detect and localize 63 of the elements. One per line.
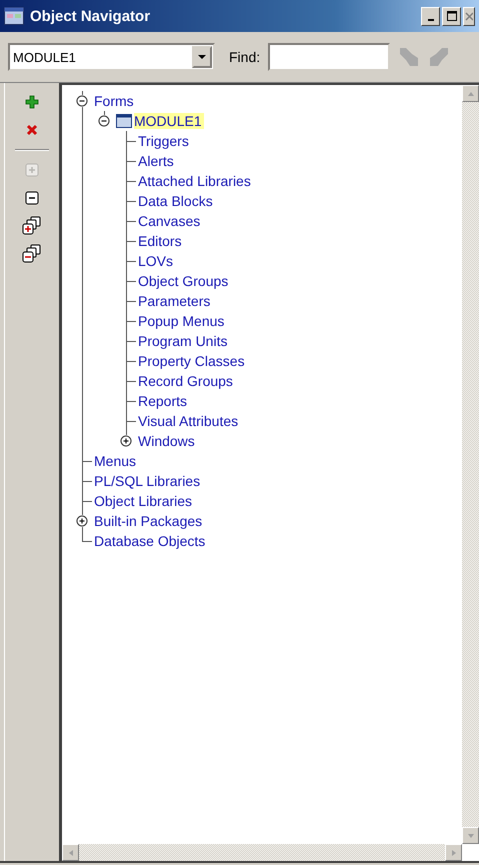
find-field[interactable] xyxy=(268,43,390,71)
tree-item[interactable]: Menus xyxy=(94,453,138,469)
maximize-button[interactable] xyxy=(442,6,461,26)
cross-icon xyxy=(26,124,38,136)
tree-item[interactable]: PL/SQL Libraries xyxy=(94,473,202,489)
vertical-scrollbar[interactable] xyxy=(462,85,479,844)
module-dropdown[interactable]: MODULE1 xyxy=(8,43,215,71)
up-arrow-icon xyxy=(466,90,474,98)
tree-item[interactable]: Database Objects xyxy=(94,533,208,549)
stacked-minus-icon xyxy=(22,244,42,264)
plus-icon xyxy=(25,95,39,109)
right-arrow-icon xyxy=(450,848,458,856)
collapse-icon xyxy=(98,115,110,127)
expand-icon xyxy=(120,435,132,447)
window-title: Object Navigator xyxy=(30,8,152,24)
dropdown-button[interactable] xyxy=(192,46,212,68)
tree-item[interactable]: Popup Menus xyxy=(138,313,226,329)
scroll-right-button[interactable] xyxy=(445,844,462,861)
tree-item[interactable]: Property Classes xyxy=(138,353,247,369)
tree-item[interactable]: Attached Libraries xyxy=(138,173,253,189)
tree-item[interactable]: Visual Attributes xyxy=(138,413,240,429)
tree-toggle[interactable] xyxy=(76,515,88,527)
tree-item[interactable]: Data Blocks xyxy=(138,193,215,209)
collapse-icon xyxy=(76,95,88,107)
tree-item[interactable]: Alerts xyxy=(138,153,176,169)
tree-item[interactable]: Forms xyxy=(94,93,136,109)
tree-item[interactable]: Parameters xyxy=(138,293,212,309)
caret-icon xyxy=(198,54,206,60)
plus-box-icon xyxy=(25,163,39,177)
minus-box-icon xyxy=(25,191,39,205)
close-button[interactable] xyxy=(463,6,475,26)
find-label: Find: xyxy=(229,49,260,65)
scroll-up-button[interactable] xyxy=(462,85,479,102)
tree-item[interactable]: Reports xyxy=(138,393,190,409)
scroll-down-button[interactable] xyxy=(462,827,479,844)
tree-item[interactable]: Object Libraries xyxy=(94,493,194,509)
tree-toggle[interactable] xyxy=(98,115,110,127)
expand-all-button[interactable] xyxy=(21,215,43,237)
window-icon xyxy=(116,114,132,128)
minimize-icon xyxy=(428,18,434,20)
minimize-button[interactable] xyxy=(421,6,440,26)
collapse-all-button[interactable] xyxy=(21,243,43,265)
tree-item[interactable]: Triggers xyxy=(138,133,191,149)
maximize-icon xyxy=(446,11,456,21)
tree-item[interactable]: MODULE1 xyxy=(134,113,204,129)
close-icon xyxy=(465,12,473,20)
expand-icon xyxy=(76,515,88,527)
stacked-plus-icon xyxy=(22,216,42,236)
tree-item[interactable]: Editors xyxy=(138,233,184,249)
scroll-left-button[interactable] xyxy=(62,844,79,861)
tree-item[interactable]: Windows xyxy=(138,433,197,449)
left-arrow-icon xyxy=(66,848,74,856)
tree-toggle[interactable] xyxy=(120,435,132,447)
tree-item[interactable]: Object Groups xyxy=(138,273,230,289)
tree-toggle[interactable] xyxy=(76,95,88,107)
horizontal-scrollbar[interactable] xyxy=(62,844,462,861)
tree-item[interactable]: Program Units xyxy=(138,333,230,349)
down-arrow-icon xyxy=(466,832,474,840)
tree-item[interactable]: Record Groups xyxy=(138,373,235,389)
tree-item[interactable]: Canvases xyxy=(138,213,202,229)
tree-item[interactable]: LOVs xyxy=(138,253,176,269)
tree-item[interactable]: Built-in Packages xyxy=(94,513,204,529)
app-icon xyxy=(4,7,24,25)
